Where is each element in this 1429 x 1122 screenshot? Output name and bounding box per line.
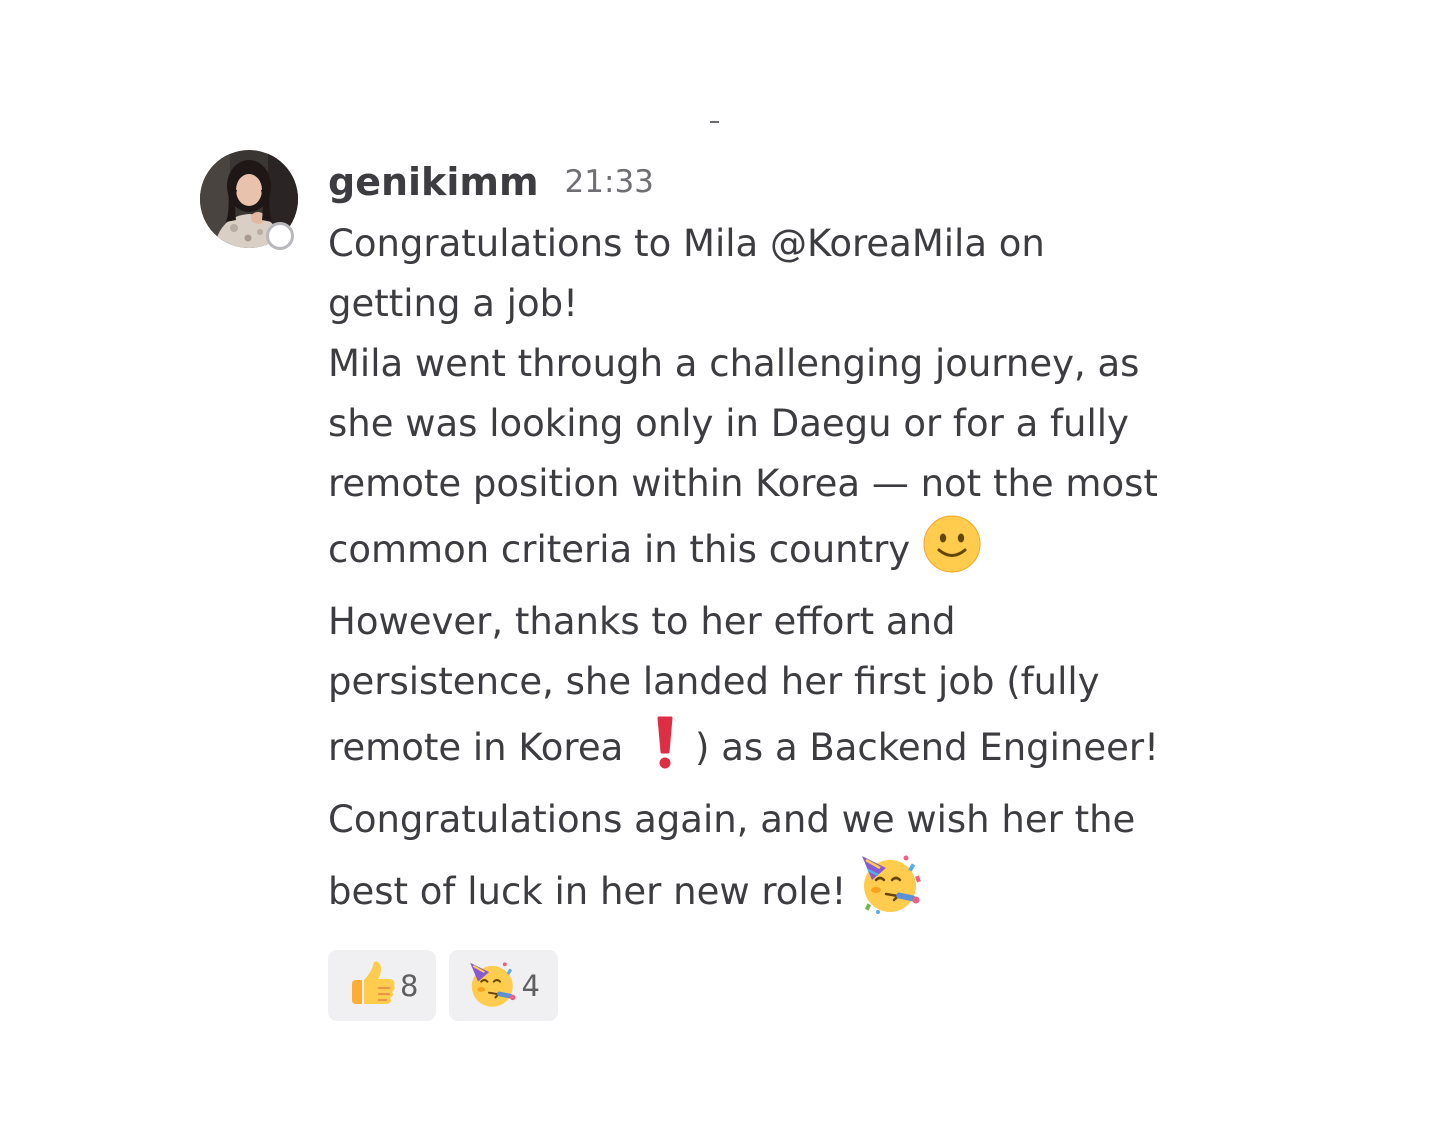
scroll-indicator bbox=[710, 121, 719, 123]
message-line: best of luck in her new role! bbox=[328, 850, 1228, 934]
reaction-partying-face[interactable]: 4 bbox=[449, 950, 558, 1021]
exclamation-emoji bbox=[635, 712, 695, 790]
message-line: Congratulations again, and we wish her t… bbox=[328, 798, 1136, 841]
reaction-count: 4 bbox=[521, 968, 540, 1003]
message-line: remote in Korea ) as a Backend Engineer! bbox=[328, 712, 1228, 790]
username[interactable]: genikimm bbox=[328, 160, 539, 204]
message-line: Mila went through a challenging journey,… bbox=[328, 342, 1140, 385]
message-content: genikimm 21:33 Congratulations to Mila @… bbox=[328, 150, 1228, 1021]
message-line: However, thanks to her effort and bbox=[328, 600, 956, 643]
message-text: best of luck in her new role! bbox=[328, 870, 847, 913]
status-offline-icon bbox=[266, 222, 294, 250]
message-text: remote in Korea bbox=[328, 726, 624, 769]
message-text: common criteria in this country bbox=[328, 528, 911, 571]
message-line: common criteria in this country bbox=[328, 514, 1228, 592]
timestamp[interactable]: 21:33 bbox=[565, 164, 654, 200]
message-line: remote position within Korea — not the m… bbox=[328, 462, 1158, 505]
message-text: ) as a Backend Engineer! bbox=[695, 726, 1159, 769]
slightly-smiling-face-emoji bbox=[922, 514, 982, 592]
partying-face-emoji bbox=[467, 958, 519, 1014]
message-line: she was looking only in Daegu or for a f… bbox=[328, 402, 1129, 445]
reaction-bar: 8 4 bbox=[328, 950, 1228, 1021]
message-line: Congratulations to Mila @KoreaMila on bbox=[328, 222, 1045, 265]
reaction-count: 8 bbox=[400, 968, 419, 1003]
message-line: getting a job! bbox=[328, 282, 578, 325]
message-line: persistence, she landed her first job (f… bbox=[328, 660, 1100, 703]
reaction-thumbs-up[interactable]: 8 bbox=[328, 950, 437, 1021]
partying-face-emoji bbox=[858, 850, 924, 934]
message-body: Congratulations to Mila @KoreaMila on ge… bbox=[328, 214, 1228, 934]
message-header: genikimm 21:33 bbox=[328, 150, 1228, 214]
thumbs-up-emoji bbox=[346, 958, 398, 1014]
